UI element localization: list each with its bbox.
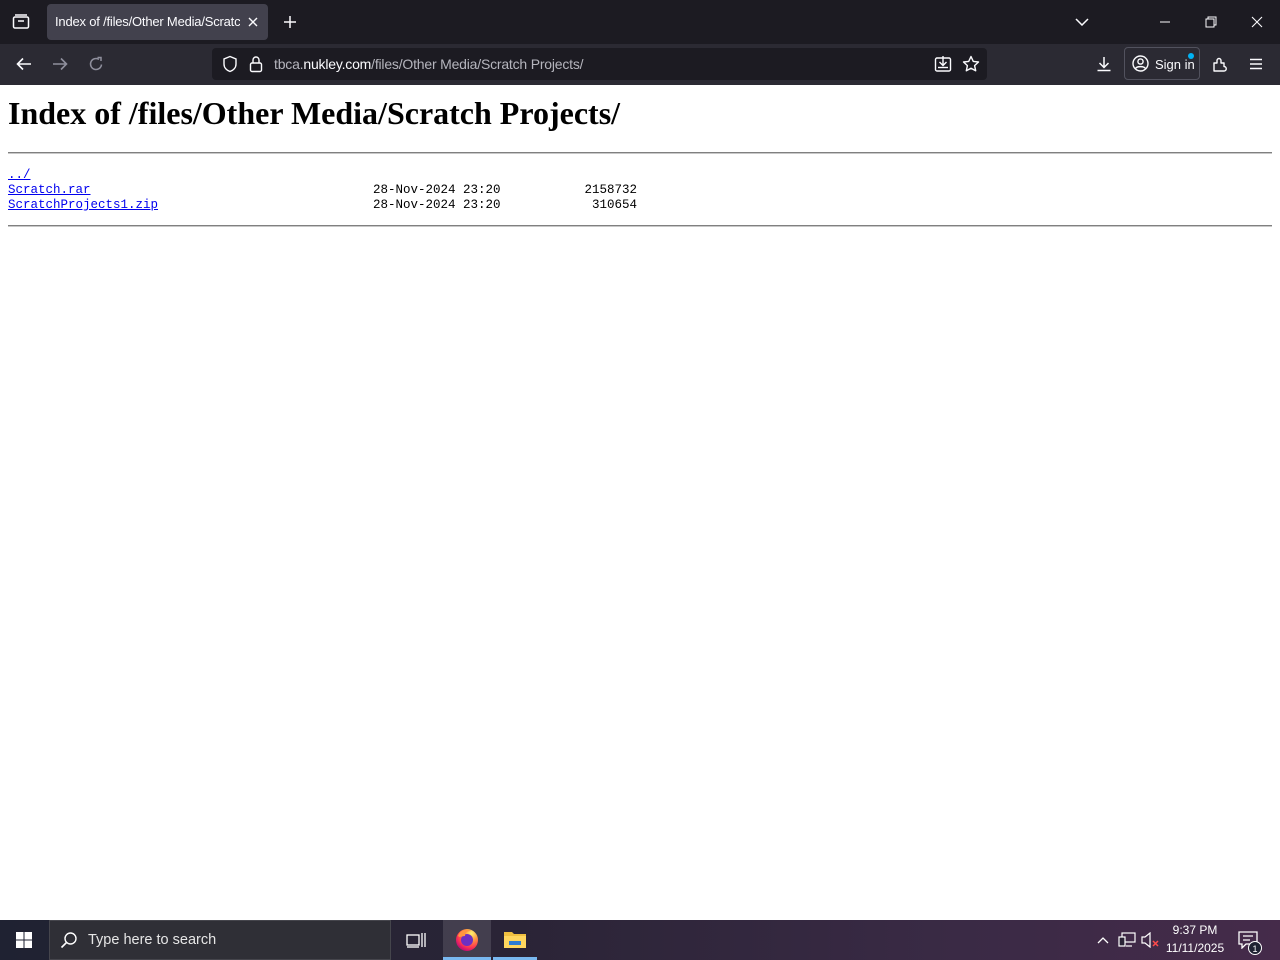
windows-start-icon[interactable] (0, 920, 48, 960)
taskbar-search-box[interactable]: Type here to search (49, 920, 391, 960)
notification-count-badge: 1 (1248, 941, 1262, 955)
download-icon[interactable] (1090, 48, 1118, 80)
file-size: 2158732 (584, 183, 637, 197)
file-link[interactable]: ScratchProjects1.zip (8, 198, 158, 213)
task-view-icon[interactable] (396, 920, 436, 960)
account-icon (1132, 55, 1149, 72)
window-close-icon[interactable] (1234, 0, 1280, 44)
search-icon (58, 929, 80, 951)
tab-strip: Index of /files/Other Media/Scratch Proj… (0, 0, 1280, 44)
network-icon[interactable] (1116, 930, 1138, 950)
sign-in-label: Sign in (1155, 57, 1195, 72)
shield-icon[interactable] (216, 50, 244, 78)
file-date: 28-Nov-2024 23:20 (373, 198, 501, 212)
clock-time[interactable]: 9:37 PM (1166, 923, 1224, 937)
tab-list-icon[interactable] (0, 0, 42, 44)
parent-directory-link[interactable]: ../ (8, 168, 31, 183)
chevron-up-icon[interactable] (1094, 930, 1112, 950)
chevron-down-icon[interactable] (1068, 8, 1096, 36)
search-placeholder: Type here to search (88, 932, 217, 948)
file-link[interactable]: Scratch.rar (8, 183, 91, 198)
sign-in-button[interactable]: Sign in (1124, 47, 1200, 80)
firefox-icon[interactable] (443, 920, 491, 960)
page-title: Index of /files/Other Media/Scratch Proj… (8, 95, 621, 131)
plus-icon[interactable] (278, 8, 302, 36)
extensions-icon[interactable] (1206, 48, 1234, 80)
restore-icon[interactable] (1188, 0, 1234, 44)
taskbar: Type here to search 9:37 PM 11/11/2025 (0, 920, 1280, 960)
file-size: 310654 (591, 198, 637, 212)
minimize-icon[interactable] (1142, 0, 1188, 44)
url-host-prefix: tbca. (274, 56, 304, 72)
navigation-toolbar: tbca.nukley.com/files/Other Media/Scratc… (0, 44, 1280, 86)
divider-top (8, 152, 1272, 154)
url-host: nukley.com (303, 56, 372, 72)
url-bar[interactable]: tbca.nukley.com/files/Other Media/Scratc… (212, 48, 987, 80)
divider-bottom (8, 225, 1272, 227)
star-icon[interactable] (958, 50, 984, 78)
url-text[interactable]: tbca.nukley.com/files/Other Media/Scratc… (274, 56, 584, 72)
hamburger-menu-icon[interactable] (1242, 48, 1270, 80)
file-date: 28-Nov-2024 23:20 (373, 183, 501, 197)
back-arrow-icon[interactable] (8, 48, 40, 80)
page-content: Index of /files/Other Media/Scratch Proj… (0, 85, 1280, 920)
file-explorer-icon[interactable] (493, 920, 537, 960)
save-page-icon[interactable] (930, 50, 956, 78)
url-path: /files/Other Media/Scratch Projects/ (371, 56, 584, 72)
tab-active[interactable]: Index of /files/Other Media/Scratch Proj… (47, 4, 268, 40)
tab-title: Index of /files/Other Media/Scratch Proj… (55, 14, 240, 29)
volume-muted-icon[interactable] (1140, 930, 1162, 950)
notification-dot (1188, 53, 1194, 59)
close-icon[interactable] (243, 12, 263, 32)
clock-date[interactable]: 11/11/2025 (1164, 941, 1226, 955)
forward-arrow-icon[interactable] (44, 48, 76, 80)
lock-icon[interactable] (244, 50, 268, 78)
reload-icon[interactable] (80, 48, 112, 80)
